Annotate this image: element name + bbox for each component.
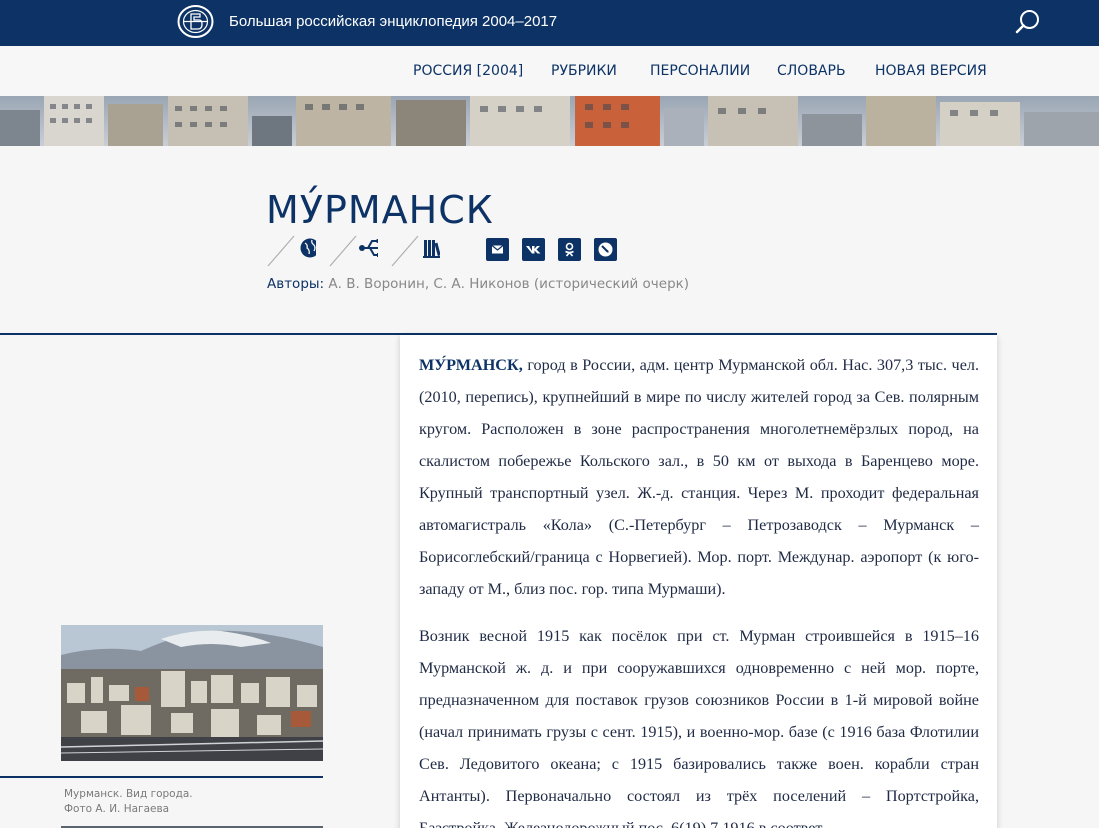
article-header: МУ́РМАНСК Авторы: А. В. Воронин, С. А. Н… (0, 146, 1099, 336)
bre-logo-icon[interactable] (177, 5, 214, 38)
livejournal-icon[interactable] (594, 238, 617, 261)
odnoklassniki-icon[interactable] (558, 238, 581, 261)
article-body: МУ́РМАНСК, город в России, адм. центр Му… (400, 335, 997, 828)
authors: Авторы: А. В. Воронин, С. А. Никонов (ис… (267, 276, 689, 292)
nav-item-dictionary[interactable]: СЛОВАРЬ (777, 63, 846, 79)
main-nav: РОССИЯ [2004] РУБРИКИ ПЕРСОНАЛИИ СЛОВАРЬ… (0, 46, 1099, 96)
nav-item-russia-2004[interactable]: РОССИЯ [2004] (413, 63, 523, 79)
nav-item-rubrics[interactable]: РУБРИКИ (551, 63, 617, 79)
figure-caption: Мурманск. Вид города. Фото А. И. Нагаева (64, 787, 193, 817)
caption-line-1: Мурманск. Вид города. (64, 788, 193, 800)
page-title: МУ́РМАНСК (266, 188, 494, 232)
mail-icon[interactable] (486, 238, 509, 261)
library-icon[interactable] (390, 234, 440, 268)
paragraph-1: МУ́РМАНСК, город в России, адм. центр Му… (419, 349, 979, 605)
nav-item-persons[interactable]: ПЕРСОНАЛИИ (650, 63, 750, 79)
nav-item-new-version[interactable]: НОВАЯ ВЕРСИЯ (875, 63, 987, 79)
caption-divider (0, 776, 323, 778)
authors-label: Авторы: (267, 276, 325, 292)
globe-icon[interactable] (266, 234, 316, 268)
city-photo[interactable] (61, 625, 323, 761)
article-lead-term: МУ́РМАНСК, (419, 356, 523, 374)
paragraph-2: Возник весной 1915 как посёлок при ст. М… (419, 627, 979, 828)
top-bar: Большая российская энциклопедия 2004–201… (0, 0, 1099, 46)
vk-icon[interactable] (522, 238, 545, 261)
paragraph-1-text: город в России, адм. центр Мурманской об… (419, 356, 980, 598)
search-icon[interactable] (1014, 8, 1042, 36)
city-banner-image (0, 96, 1099, 146)
caption-line-2: Фото А. И. Нагаева (64, 803, 170, 815)
authors-value[interactable]: А. В. Воронин, С. А. Никонов (историческ… (328, 276, 689, 292)
usb-icon[interactable] (328, 234, 378, 268)
site-title[interactable]: Большая российская энциклопедия 2004–201… (229, 13, 557, 30)
